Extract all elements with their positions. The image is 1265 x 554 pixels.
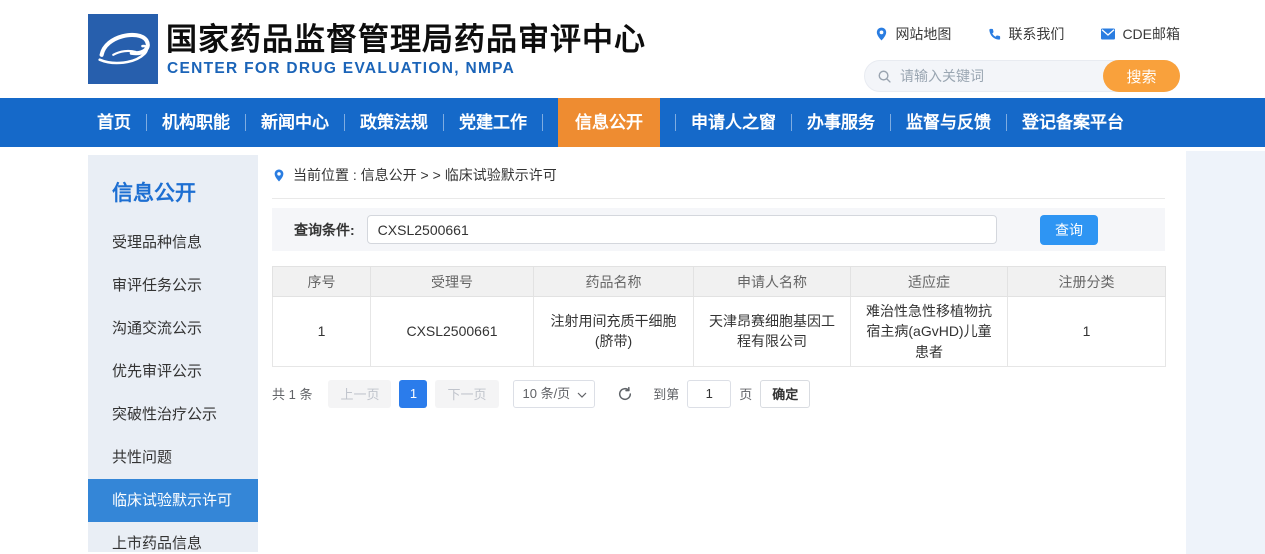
results-table: 序号 受理号 药品名称 申请人名称 适应症 注册分类 1 CXSL2500661… [272,266,1166,367]
nav-item-registration-platform[interactable]: 登记备案平台 [1022,98,1124,147]
refresh-icon [617,386,633,402]
cell-drug-name: 注射用间充质干细胞(脐带) [534,297,694,367]
query-input[interactable] [367,215,997,244]
page: 国家药品监督管理局药品审评中心 CENTER FOR DRUG EVALUATI… [0,0,1265,554]
nav-separator [1006,114,1007,131]
col-header-registration-class: 注册分类 [1008,267,1166,297]
query-bar: 查询条件: 查询 [272,208,1165,251]
pagination: 共 1 条 上一页 1 下一页 10 条/页 到第 [272,380,1165,408]
sidebar-item-common-issues[interactable]: 共性问题 [88,436,258,479]
nav-item-org-functions[interactable]: 机构职能 [162,98,230,147]
page-size-select[interactable]: 10 条/页 [513,380,596,408]
goto-page-input[interactable] [687,380,731,408]
nav-separator [542,114,543,131]
table-row: 1 CXSL2500661 注射用间充质干细胞(脐带) 天津昂赛细胞基因工程有限… [273,297,1166,367]
query-label: 查询条件: [294,220,355,240]
cell-indication: 难治性急性移植物抗宿主病(aGvHD)儿童患者 [851,297,1008,367]
sidebar-item-communication[interactable]: 沟通交流公示 [88,307,258,350]
site-title: 国家药品监督管理局药品审评中心 [166,14,646,59]
breadcrumb: 当前位置 : 信息公开 > > 临床试验默示许可 [272,155,1165,199]
pagination-total: 共 1 条 [272,384,312,403]
cell-seq: 1 [273,297,371,367]
page-size-value: 10 条/页 [523,386,571,401]
contact-us-link[interactable]: 联系我们 [987,24,1064,44]
nav-separator [791,114,792,131]
cde-mail-link[interactable]: CDE邮箱 [1100,24,1180,44]
sidebar-item-marketed-drugs[interactable]: 上市药品信息 [88,522,258,554]
sidebar: 信息公开 受理品种信息 审评任务公示 沟通交流公示 优先审评公示 突破性治疗公示… [88,155,258,552]
right-background-panel [1186,151,1265,554]
col-header-applicant: 申请人名称 [694,267,851,297]
nav-item-services[interactable]: 办事服务 [807,98,875,147]
swan-logo-icon [88,14,158,84]
sidebar-item-accepted-varieties[interactable]: 受理品种信息 [88,221,258,264]
nav-item-supervision-feedback[interactable]: 监督与反馈 [906,98,991,147]
goto-page-label: 到第 [653,384,679,403]
sidebar-title: 信息公开 [88,155,258,221]
sitemap-link[interactable]: 网站地图 [874,24,951,44]
sidebar-item-review-tasks[interactable]: 审评任务公示 [88,264,258,307]
search-icon [877,69,892,84]
page-number-button[interactable]: 1 [399,380,427,408]
chevron-down-icon [577,392,587,398]
nav-separator [443,114,444,131]
contact-us-label: 联系我们 [1008,24,1064,44]
col-header-seq: 序号 [273,267,371,297]
site-subtitle: CENTER FOR DRUG EVALUATION, NMPA [167,60,515,78]
location-pin-icon [272,168,286,183]
prev-page-button[interactable]: 上一页 [328,380,391,408]
cell-registration-class: 1 [1008,297,1166,367]
confirm-button[interactable]: 确定 [760,380,810,408]
table-header-row: 序号 受理号 药品名称 申请人名称 适应症 注册分类 [273,267,1166,297]
cde-mail-label: CDE邮箱 [1122,24,1180,44]
sidebar-item-breakthrough-therapy[interactable]: 突破性治疗公示 [88,393,258,436]
sitemap-label: 网站地图 [895,24,951,44]
main-nav: 首页 机构职能 新闻中心 政策法规 党建工作 信息公开 申请人之窗 办事服务 监… [0,98,1265,147]
nav-item-home[interactable]: 首页 [97,98,131,147]
query-button[interactable]: 查询 [1040,215,1098,245]
col-header-drug-name: 药品名称 [534,267,694,297]
nav-separator [344,114,345,131]
quick-links: 网站地图 联系我们 CDE邮箱 [874,24,1180,44]
nav-item-party-building[interactable]: 党建工作 [459,98,527,147]
nav-item-applicant-window[interactable]: 申请人之窗 [691,98,776,147]
mail-icon [1100,27,1116,41]
nav-separator [245,114,246,131]
sidebar-item-clinical-trial-implied-license[interactable]: 临床试验默示许可 [88,479,258,522]
location-pin-icon [874,26,889,42]
phone-icon [987,27,1002,42]
main-panel: 当前位置 : 信息公开 > > 临床试验默示许可 查询条件: 查询 序号 受理号… [272,155,1165,552]
nav-item-info-disclosure[interactable]: 信息公开 [558,98,660,147]
breadcrumb-text: 当前位置 : 信息公开 > > 临床试验默示许可 [293,165,557,185]
col-header-indication: 适应症 [851,267,1008,297]
nav-separator [675,114,676,131]
site-search-button[interactable]: 搜索 [1103,60,1180,92]
nav-item-news[interactable]: 新闻中心 [261,98,329,147]
nav-item-policies[interactable]: 政策法规 [360,98,428,147]
page-unit-label: 页 [739,384,752,403]
next-page-button[interactable]: 下一页 [435,380,498,408]
site-search: 搜索 [864,60,1180,92]
nav-separator [890,114,891,131]
site-header: 国家药品监督管理局药品审评中心 CENTER FOR DRUG EVALUATI… [0,0,1265,98]
cell-applicant: 天津昂赛细胞基因工程有限公司 [694,297,851,367]
content-area: 信息公开 受理品种信息 审评任务公示 沟通交流公示 优先审评公示 突破性治疗公示… [88,155,1265,552]
cde-logo [88,14,158,84]
col-header-acceptance-no: 受理号 [371,267,534,297]
cell-acceptance-no: CXSL2500661 [371,297,534,367]
nav-separator [146,114,147,131]
sidebar-item-priority-review[interactable]: 优先审评公示 [88,350,258,393]
refresh-button[interactable] [617,386,633,402]
